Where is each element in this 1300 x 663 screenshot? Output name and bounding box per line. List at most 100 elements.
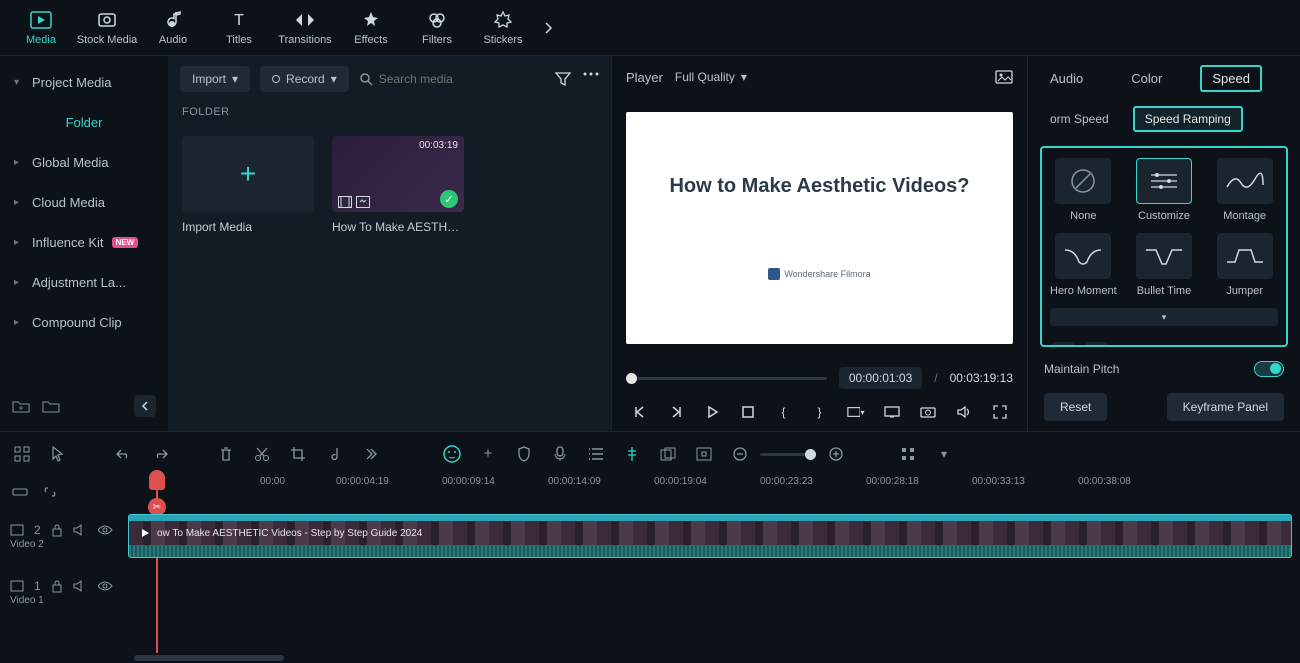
subtab-uniform[interactable]: orm Speed — [1040, 108, 1119, 130]
playhead[interactable]: ✂ — [156, 476, 158, 653]
tab-color[interactable]: Color — [1121, 67, 1172, 90]
play-icon[interactable] — [703, 403, 721, 421]
view-dropdown-icon[interactable]: ▾ — [934, 444, 954, 464]
zoom-slider[interactable] — [760, 453, 816, 456]
ratio-icon[interactable]: ▾ — [847, 403, 865, 421]
import-button[interactable]: Import ▾ — [180, 66, 250, 92]
eye-icon[interactable] — [97, 581, 113, 591]
chevron-right-icon: ▸ — [14, 237, 24, 248]
display-icon[interactable] — [883, 403, 901, 421]
subtab-ramping[interactable]: Speed Ramping — [1133, 106, 1243, 132]
sidebar-compound-clip[interactable]: ▸ Compound Clip — [0, 302, 168, 342]
mute-icon[interactable] — [73, 580, 87, 592]
new-folder-icon[interactable] — [12, 399, 30, 413]
tab-effects[interactable]: Effects — [338, 0, 404, 56]
timeline-link-icon[interactable] — [12, 485, 28, 499]
track-video-2: 2 Video 2 ow To Make AESTHETIC Videos - … — [0, 508, 1300, 564]
search-input[interactable] — [379, 72, 545, 86]
preset-montage[interactable]: Montage — [1211, 158, 1278, 223]
audio-icon — [162, 10, 184, 30]
timeline-unlink-icon[interactable] — [42, 485, 58, 499]
grid-view-icon[interactable] — [898, 444, 918, 464]
sidebar-adjustment-layer[interactable]: ▸ Adjustment La... — [0, 262, 168, 302]
sidebar-global-media[interactable]: ▸ Global Media — [0, 142, 168, 182]
mark-out-icon[interactable]: } — [811, 403, 829, 421]
preset-label: Bullet Time — [1137, 285, 1191, 298]
split-icon[interactable] — [252, 444, 272, 464]
more-icon[interactable] — [583, 72, 599, 86]
toolbar-next[interactable] — [536, 0, 560, 56]
preset-bullet-time[interactable]: Bullet Time — [1131, 233, 1198, 298]
marker-icon[interactable] — [622, 444, 642, 464]
timeline-clip[interactable]: ow To Make AESTHETIC Videos - Step by St… — [128, 514, 1292, 558]
quality-select[interactable]: Full Quality ▾ — [675, 70, 747, 84]
tab-filters[interactable]: Filters — [404, 0, 470, 56]
tab-audio[interactable]: Audio — [1040, 67, 1093, 90]
pointer-tool-icon[interactable] — [12, 444, 32, 464]
properties-panel: Audio Color Speed orm Speed Speed Rampin… — [1028, 56, 1300, 431]
ai-icon[interactable] — [442, 444, 462, 464]
preset-none[interactable]: None — [1050, 158, 1117, 223]
tab-transitions[interactable]: Transitions — [272, 0, 338, 56]
sidebar-cloud-media[interactable]: ▸ Cloud Media — [0, 182, 168, 222]
sidebar-folder[interactable]: Folder — [0, 102, 168, 142]
tab-media[interactable]: Media — [8, 0, 74, 56]
tab-titles[interactable]: T Titles — [206, 0, 272, 56]
sidebar-influence-kit[interactable]: ▸ Influence Kit NEW — [0, 222, 168, 262]
tab-stickers[interactable]: Stickers — [470, 0, 536, 56]
snapshot-icon[interactable] — [995, 70, 1013, 84]
sparkle-icon[interactable] — [478, 444, 498, 464]
keyframe-panel-button[interactable]: Keyframe Panel — [1167, 393, 1284, 421]
cursor-tool-icon[interactable] — [48, 444, 68, 464]
freeze-icon[interactable] — [1086, 342, 1108, 347]
frame-icon[interactable] — [694, 444, 714, 464]
more-tools-icon[interactable] — [360, 444, 380, 464]
camera-icon[interactable] — [919, 403, 937, 421]
fullscreen-icon[interactable] — [991, 403, 1009, 421]
seek-bar[interactable] — [626, 377, 827, 380]
add-keyframe-icon[interactable] — [1052, 342, 1074, 347]
folder-icon[interactable] — [42, 399, 60, 413]
pitch-toggle[interactable] — [1254, 361, 1284, 377]
delete-icon[interactable] — [216, 444, 236, 464]
crop-icon[interactable] — [288, 444, 308, 464]
new-badge: NEW — [112, 237, 139, 248]
sidebar-label: Adjustment La... — [32, 275, 126, 290]
horizontal-scrollbar[interactable] — [128, 653, 1300, 663]
list-icon[interactable] — [586, 444, 606, 464]
undo-icon[interactable] — [114, 444, 134, 464]
preset-hero-moment[interactable]: Hero Moment — [1050, 233, 1117, 298]
sidebar-project-media[interactable]: ▾ Project Media — [0, 62, 168, 102]
folder-heading: FOLDER — [168, 102, 611, 122]
import-media-tile[interactable]: + Import Media — [182, 136, 314, 234]
record-button[interactable]: Record ▾ — [260, 66, 349, 92]
preset-customize[interactable]: Customize — [1131, 158, 1198, 223]
redo-icon[interactable] — [150, 444, 170, 464]
eye-icon[interactable] — [97, 525, 113, 535]
tab-speed[interactable]: Speed — [1200, 65, 1262, 92]
stop-icon[interactable] — [739, 403, 757, 421]
filter-icon[interactable] — [555, 72, 571, 86]
tab-stock-media[interactable]: Stock Media — [74, 0, 140, 56]
music-icon[interactable] — [324, 444, 344, 464]
prev-frame-icon[interactable] — [631, 403, 649, 421]
media-clip[interactable]: 00:03:19 ✓ How To Make AESTHE... — [332, 136, 464, 234]
lock-icon[interactable] — [51, 579, 63, 593]
collapse-sidebar[interactable] — [134, 395, 156, 417]
chevron-down-icon: ▾ — [741, 70, 747, 84]
chevron-down-icon: ▾ — [331, 72, 337, 86]
step-back-icon[interactable] — [667, 403, 685, 421]
mic-icon[interactable] — [550, 444, 570, 464]
reset-button[interactable]: Reset — [1044, 393, 1107, 421]
zoom-in-icon[interactable] — [826, 444, 846, 464]
mark-in-icon[interactable]: { — [775, 403, 793, 421]
shield-icon[interactable] — [514, 444, 534, 464]
tab-audio[interactable]: Audio — [140, 0, 206, 56]
zoom-out-icon[interactable] — [730, 444, 750, 464]
volume-icon[interactable] — [955, 403, 973, 421]
expand-presets[interactable]: ▾ — [1050, 308, 1278, 326]
preset-jumper[interactable]: Jumper — [1211, 233, 1278, 298]
lock-icon[interactable] — [51, 523, 63, 537]
mute-icon[interactable] — [73, 524, 87, 536]
dup-icon[interactable] — [658, 444, 678, 464]
